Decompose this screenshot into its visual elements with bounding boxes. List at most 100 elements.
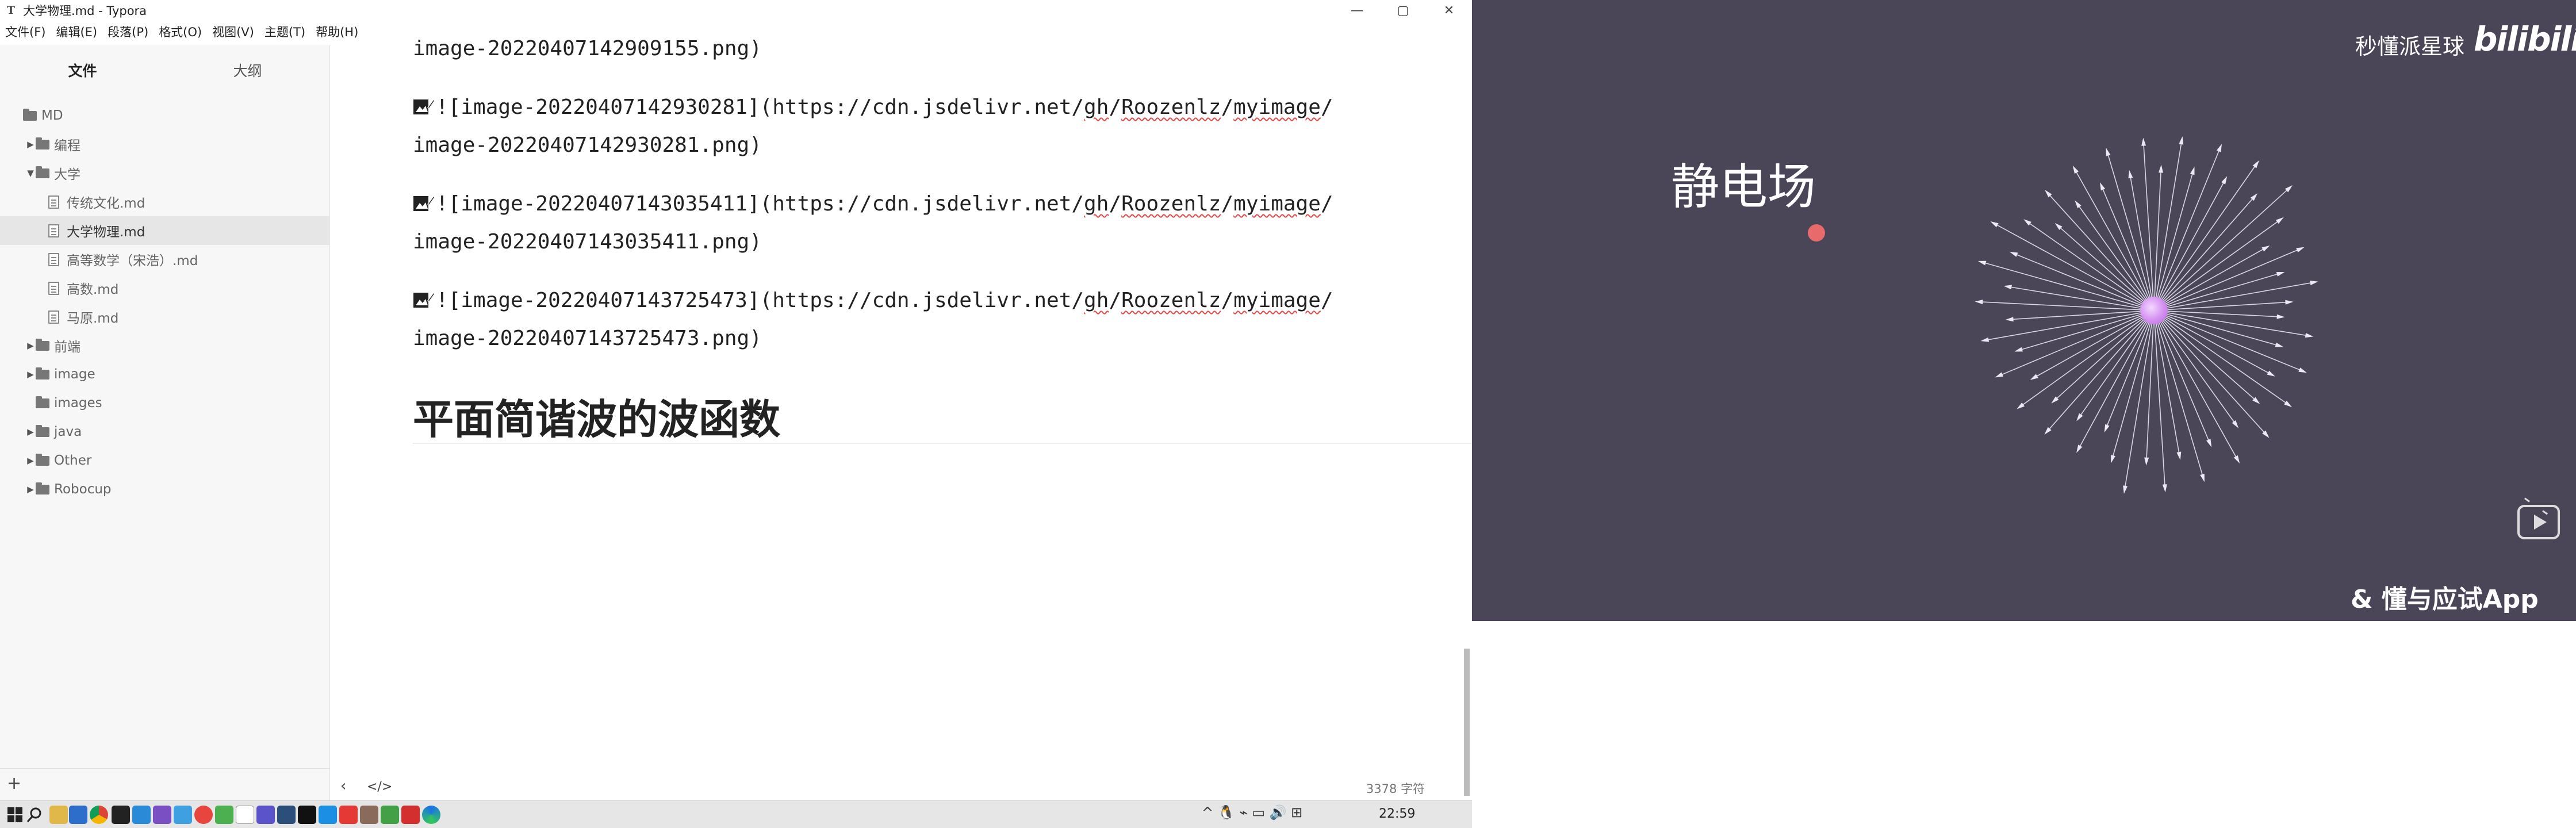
- edit-image-icon[interactable]: [413, 194, 435, 213]
- source-mode-button[interactable]: </>: [367, 780, 392, 794]
- terminal-icon[interactable]: [112, 806, 130, 824]
- folder-icon: [36, 137, 49, 150]
- system-tray[interactable]: ^ 🐧 ⌁ ▭ 🔊 ⊞: [1202, 804, 1302, 821]
- add-file-button[interactable]: +: [7, 773, 21, 793]
- field-arrow: [2076, 413, 2083, 421]
- chrome-icon[interactable]: [90, 806, 108, 824]
- editor-pane[interactable]: image-20220407142909155.png) ![image-202…: [331, 21, 1552, 800]
- url-user: Roozenlz: [1121, 289, 1221, 312]
- mail-icon[interactable]: [69, 806, 87, 824]
- toggle-sidebar-button[interactable]: ‹: [340, 777, 346, 795]
- windows-start-icon[interactable]: [6, 806, 24, 824]
- tree-label: image: [54, 367, 95, 382]
- tree-folder[interactable]: images: [0, 389, 330, 417]
- tree-label: 大学: [54, 167, 80, 182]
- image-markdown-prefix: ![image-20220407142930281](https://cdn.j…: [436, 95, 1084, 119]
- field-line: [2153, 310, 2257, 402]
- excel-icon[interactable]: [381, 806, 399, 824]
- tree-label: 前端: [54, 340, 80, 355]
- field-arrow: [1990, 221, 1999, 228]
- field-arrow: [2200, 473, 2205, 482]
- tree-label: 编程: [54, 139, 80, 154]
- tree-folder[interactable]: ▼ 大学: [0, 159, 330, 187]
- field-arrow: [2144, 457, 2149, 466]
- restore-button[interactable]: ▢: [1380, 0, 1426, 21]
- tree-label: 高数.md: [67, 282, 119, 297]
- app-icon[interactable]: [277, 806, 296, 824]
- file-icon: [48, 195, 59, 209]
- field-arrow: [2232, 420, 2239, 428]
- chevron-right-icon[interactable]: ▶: [26, 455, 34, 466]
- tree-folder[interactable]: ▶ Other: [0, 446, 330, 475]
- tree-file[interactable]: 高等数学（宋浩）.md: [0, 245, 330, 274]
- tree-folder[interactable]: MD: [0, 101, 330, 130]
- chevron-right-icon[interactable]: ▶: [26, 427, 34, 437]
- menu-paragraph[interactable]: 段落(P): [102, 23, 154, 40]
- menu-format[interactable]: 格式(O): [154, 23, 207, 40]
- chevron-right-icon[interactable]: ▶: [26, 369, 34, 379]
- app-icon[interactable]: [215, 806, 233, 824]
- field-arrow: [2284, 400, 2292, 408]
- field-arrow: [2075, 200, 2082, 209]
- field-arrow: [2003, 285, 2012, 290]
- edit-image-icon[interactable]: [413, 97, 435, 117]
- chevron-right-icon[interactable]: ▶: [26, 139, 34, 150]
- tab-outline[interactable]: 大纲: [165, 60, 330, 80]
- tree-label: 马原.md: [67, 311, 119, 326]
- windows-taskbar: ^ 🐧 ⌁ ▭ 🔊 ⊞ 22:59: [0, 800, 1472, 828]
- app-icon[interactable]: [194, 806, 213, 824]
- bilibili-logo: bilibili: [2474, 20, 2576, 59]
- tree-folder[interactable]: ▶ image: [0, 360, 330, 389]
- tree-folder[interactable]: ▶ 前端: [0, 331, 330, 360]
- typora-taskbar-icon[interactable]: [236, 806, 254, 824]
- editor-scrollbar[interactable]: [1464, 649, 1470, 796]
- menu-file[interactable]: 文件(F): [0, 23, 51, 40]
- folder-icon: [23, 108, 37, 121]
- file-explorer-icon[interactable]: [49, 806, 68, 824]
- field-arrow: [2076, 444, 2083, 453]
- field-arrow: [1980, 337, 1989, 342]
- file-sidebar: 文件 大纲 MD ▶ 编程 ▼ 大学传统文化.md 大学物理.md 高等数学（宋浩）.md 高…: [0, 45, 330, 800]
- tree-file[interactable]: 高数.md: [0, 274, 330, 302]
- menu-view[interactable]: 视图(V): [207, 23, 259, 40]
- tree-folder[interactable]: ▶ Robocup: [0, 475, 330, 504]
- field-line: [2153, 310, 2267, 435]
- close-button[interactable]: ✕: [1426, 0, 1472, 21]
- app-icon[interactable]: [298, 806, 316, 824]
- field-arrow: [1977, 260, 1987, 266]
- app-icon[interactable]: [256, 806, 275, 824]
- visual-studio-icon[interactable]: [153, 806, 171, 824]
- video-player[interactable]: 静电场 秒懂派星球 bilibili & 懂与应试App: [1472, 0, 2576, 621]
- file-icon: [48, 281, 59, 295]
- image-markdown-prefix: ![image-20220407143035411](https://cdn.j…: [436, 192, 1084, 216]
- tree-file[interactable]: 传统文化.md: [0, 187, 330, 216]
- clock[interactable]: 22:59: [1379, 807, 1415, 821]
- tree-folder[interactable]: ▶ 编程: [0, 130, 330, 159]
- tree-folder[interactable]: ▶ java: [0, 417, 330, 446]
- tree-file[interactable]: 马原.md: [0, 302, 330, 331]
- url-gh: gh: [1084, 192, 1109, 216]
- app-icon[interactable]: [339, 806, 358, 824]
- chevron-down-icon[interactable]: ▼: [26, 168, 34, 178]
- vscode-icon[interactable]: [132, 806, 151, 824]
- word-count[interactable]: 3378 字符: [1366, 780, 1425, 797]
- tree-file[interactable]: 大学物理.md: [0, 216, 330, 245]
- edge-icon[interactable]: [422, 806, 440, 824]
- tv-play-icon[interactable]: [2517, 505, 2560, 539]
- chevron-right-icon[interactable]: ▶: [26, 340, 34, 351]
- tab-files[interactable]: 文件: [0, 60, 165, 80]
- minimize-button[interactable]: —: [1334, 0, 1380, 21]
- folder-icon: [36, 367, 49, 379]
- field-arrow: [2276, 217, 2284, 224]
- file-icon: [48, 310, 59, 324]
- wps-icon[interactable]: [401, 806, 420, 824]
- menu-theme[interactable]: 主题(T): [259, 23, 310, 40]
- app-icon[interactable]: [360, 806, 378, 824]
- app-icon[interactable]: [319, 806, 337, 824]
- search-icon[interactable]: [25, 806, 44, 824]
- chevron-right-icon[interactable]: ▶: [26, 484, 34, 494]
- menu-edit[interactable]: 编辑(E): [51, 23, 102, 40]
- field-arrow: [2100, 182, 2106, 191]
- edit-image-icon[interactable]: [413, 290, 435, 310]
- app-icon[interactable]: [174, 806, 192, 824]
